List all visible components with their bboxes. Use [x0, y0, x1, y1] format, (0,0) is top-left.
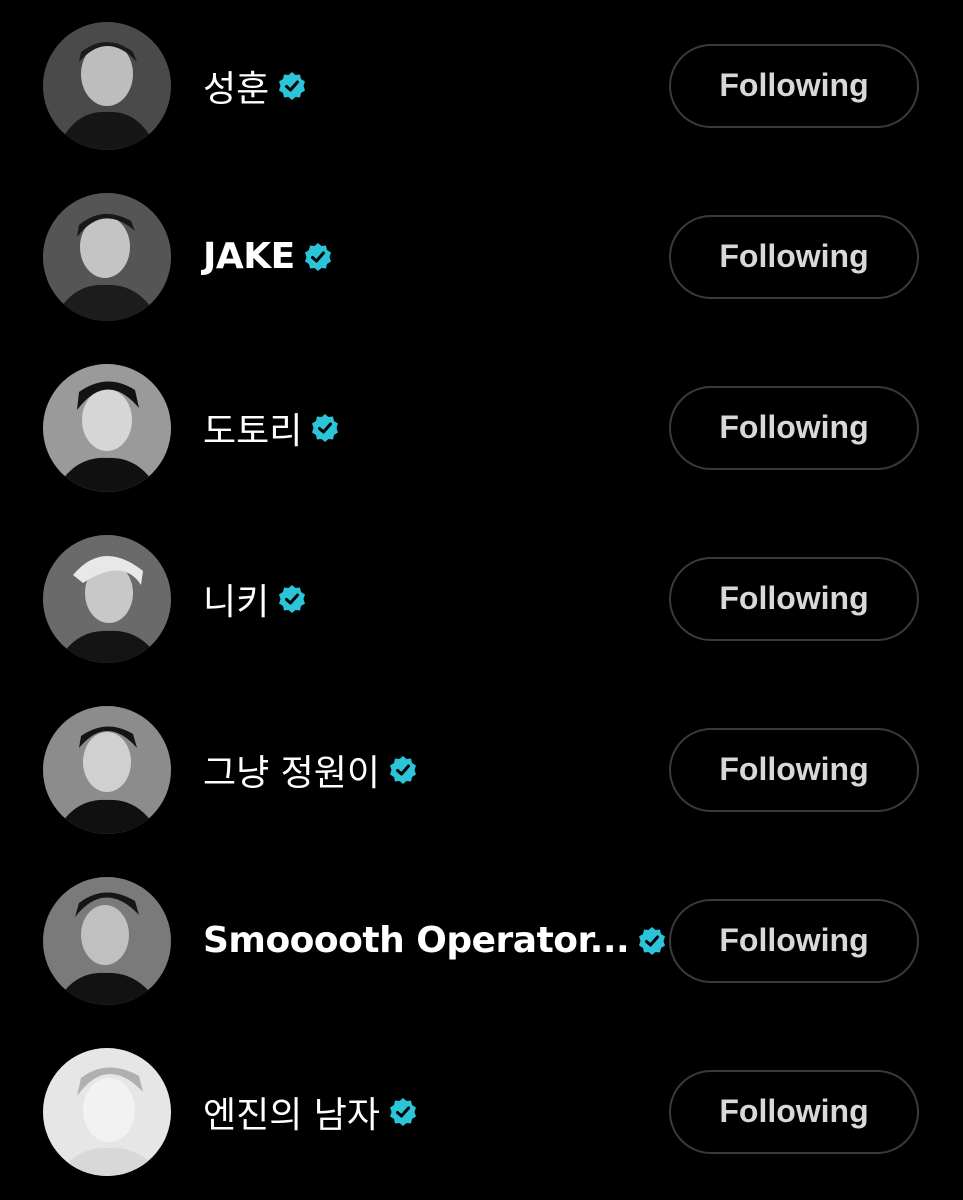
avatar[interactable] — [43, 363, 171, 492]
following-button[interactable]: Following — [669, 727, 919, 812]
following-button[interactable]: Following — [669, 556, 919, 641]
user-row[interactable]: 도토리 Following — [0, 342, 963, 513]
user-row[interactable]: 니키 Following — [0, 513, 963, 684]
user-row[interactable]: 그냥 정원이 Following — [0, 684, 963, 855]
avatar[interactable] — [43, 705, 171, 834]
user-name[interactable]: 그냥 정원이 — [203, 744, 380, 796]
user-name[interactable]: Smooooth Operator... — [203, 920, 630, 961]
user-name[interactable]: 엔진의 남자 — [203, 1086, 380, 1138]
following-button[interactable]: Following — [669, 1069, 919, 1154]
following-button[interactable]: Following — [669, 898, 919, 983]
avatar-photo — [43, 21, 171, 150]
verified-badge-icon — [312, 413, 339, 442]
avatar-photo — [43, 363, 171, 492]
following-button[interactable]: Following — [669, 385, 919, 470]
user-row[interactable]: Smooooth Operator... Following — [0, 855, 963, 1026]
user-name[interactable]: JAKE — [203, 236, 295, 277]
user-name-wrap: 도토리 — [203, 402, 340, 454]
avatar[interactable] — [43, 1047, 171, 1176]
verified-badge-icon — [390, 1097, 417, 1126]
avatar[interactable] — [43, 21, 171, 150]
user-name-wrap: 엔진의 남자 — [203, 1086, 418, 1138]
avatar-photo — [43, 876, 171, 1005]
user-name[interactable]: 도토리 — [203, 402, 302, 454]
avatar-photo — [43, 705, 171, 834]
verified-badge-icon — [639, 926, 666, 955]
following-button[interactable]: Following — [669, 214, 919, 299]
user-name-wrap: JAKE — [203, 236, 333, 277]
user-row[interactable]: JAKE Following — [0, 171, 963, 342]
verified-badge-icon — [279, 71, 306, 100]
verified-badge-icon — [304, 242, 331, 271]
avatar[interactable] — [43, 534, 171, 663]
following-button[interactable]: Following — [669, 43, 919, 128]
avatar-photo — [43, 192, 171, 321]
user-name-wrap: 니키 — [203, 573, 307, 625]
user-name-wrap: Smooooth Operator... — [203, 920, 667, 961]
avatar-photo — [43, 534, 171, 663]
avatar[interactable] — [43, 192, 171, 321]
verified-badge-icon — [390, 755, 417, 784]
avatar-photo — [43, 1047, 171, 1176]
avatar[interactable] — [43, 876, 171, 1005]
user-name[interactable]: 니키 — [203, 573, 269, 625]
user-row[interactable]: 성훈 Following — [0, 0, 963, 171]
following-list: 성훈 Following JAKE Following 도토리 Followin… — [0, 0, 963, 1200]
user-name-wrap: 그냥 정원이 — [203, 744, 418, 796]
verified-badge-icon — [279, 584, 306, 613]
user-row[interactable]: 엔진의 남자 Following — [0, 1026, 963, 1197]
user-name-wrap: 성훈 — [203, 60, 307, 112]
user-name[interactable]: 성훈 — [203, 60, 269, 112]
